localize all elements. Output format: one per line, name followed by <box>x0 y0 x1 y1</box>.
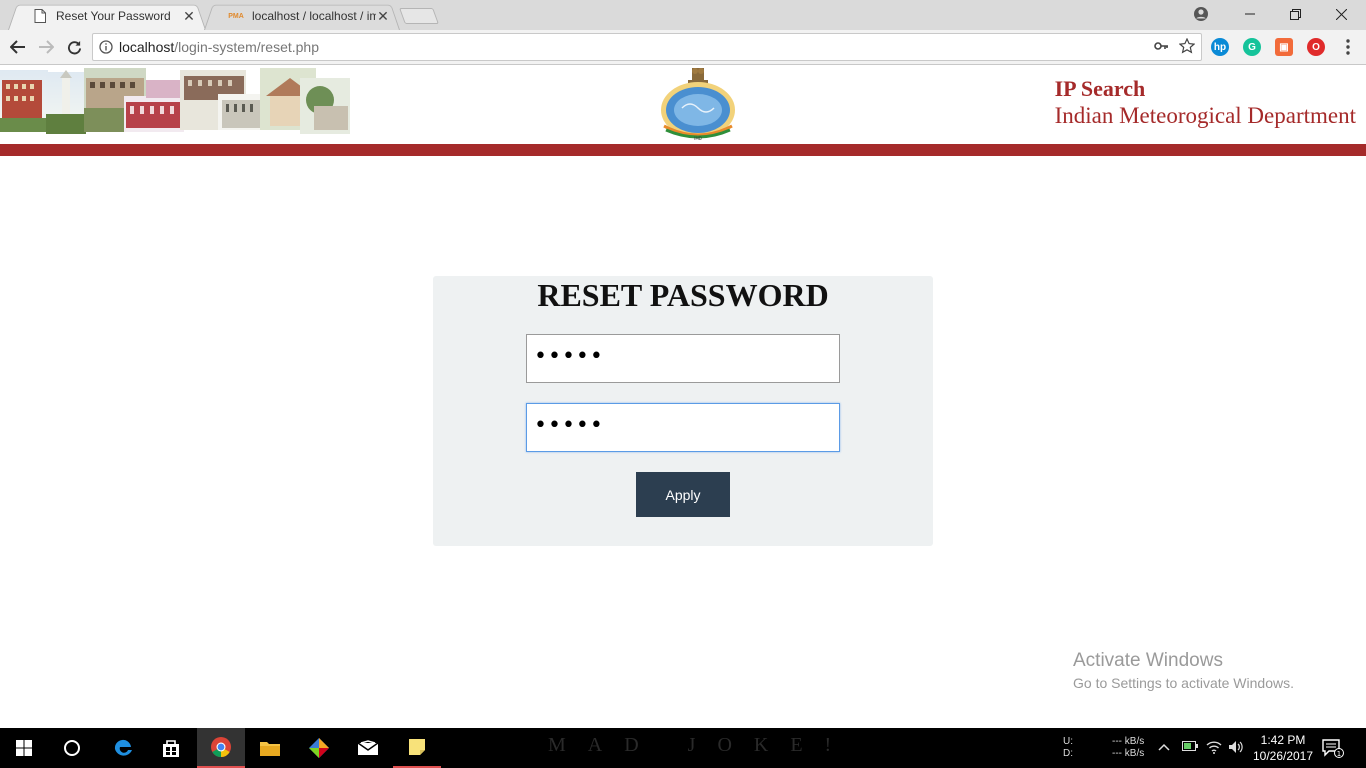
extension-icon[interactable]: ▣ <box>1275 38 1293 56</box>
wifi-icon[interactable] <box>1206 740 1222 757</box>
bookmark-star-icon[interactable] <box>1178 37 1196 57</box>
reload-button[interactable] <box>62 35 86 59</box>
watermark-subtitle: Go to Settings to activate Windows. <box>1073 675 1294 691</box>
windows-taskbar: MAD JOKE! U: D: --- kB/s --- kB/s 1:42 P… <box>0 728 1366 768</box>
key-icon[interactable] <box>1153 38 1169 57</box>
edge-browser-icon[interactable] <box>99 728 147 768</box>
new-password-field[interactable]: ••••• <box>526 334 840 383</box>
chrome-taskbar-icon[interactable] <box>197 728 245 768</box>
confirm-password-field[interactable]: ••••• <box>526 403 840 452</box>
download-speed: --- kB/s <box>1112 748 1145 759</box>
url-path: /login-system/reset.php <box>174 39 319 55</box>
taskbar-banner-text: MAD JOKE! <box>548 734 854 756</box>
sticky-notes-icon[interactable] <box>393 728 441 768</box>
grammarly-extension-icon[interactable]: G <box>1243 38 1261 56</box>
file-explorer-icon[interactable] <box>246 728 294 768</box>
tab-reset-password[interactable]: Reset Your Password ✕ <box>8 2 206 30</box>
tab-title: localhost / localhost / im <box>252 9 376 23</box>
brand-title: IP Search <box>1054 76 1146 101</box>
watermark-title: Activate Windows <box>1073 650 1223 671</box>
forward-button[interactable] <box>34 35 58 59</box>
network-speed-labels: U: D: <box>1063 736 1073 760</box>
mail-icon[interactable] <box>344 728 392 768</box>
cortana-search-icon[interactable] <box>48 728 96 768</box>
new-tab-button[interactable] <box>399 8 439 24</box>
tab-phpmyadmin[interactable]: PMA localhost / localhost / im ✕ <box>204 2 400 30</box>
back-button[interactable] <box>6 35 30 59</box>
activate-windows-watermark: Activate Windows Go to Settings to activ… <box>1073 650 1294 691</box>
upload-label: U: <box>1063 736 1073 747</box>
url-host: localhost <box>119 39 175 55</box>
upload-speed: --- kB/s <box>1112 736 1145 747</box>
restore-button[interactable] <box>1272 0 1318 28</box>
close-window-button[interactable] <box>1318 0 1364 28</box>
svg-text:IMD: IMD <box>694 136 702 141</box>
clock-time: 1:42 PM <box>1260 733 1306 747</box>
imd-emblem-logo: IMD <box>658 66 738 142</box>
buildings-collage-image <box>0 66 350 136</box>
brand-subtitle: Indian Meteorogical Department <box>1054 103 1356 128</box>
phpmyadmin-icon: PMA <box>228 12 244 20</box>
tab-strip: Reset Your Password ✕ PMA localhost / lo… <box>0 0 1366 30</box>
show-hidden-icons-chevron-icon[interactable] <box>1158 740 1170 754</box>
site-header: IMD IP Search Indian Meteorogical Depart… <box>0 66 1366 144</box>
notification-count: 1 <box>1337 750 1341 758</box>
brand-block: IP Search Indian Meteorogical Department <box>1055 76 1356 130</box>
download-label: D: <box>1063 748 1073 759</box>
close-tab-icon[interactable]: ✕ <box>376 9 390 23</box>
clock-date: 10/26/2017 <box>1252 749 1314 763</box>
minimize-button[interactable] <box>1227 0 1273 28</box>
address-bar[interactable]: localhost/login-system/reset.php <box>92 33 1202 61</box>
tab-title: Reset Your Password <box>56 9 171 23</box>
reset-password-card: RESET PASSWORD ••••• ••••• Apply <box>433 276 933 546</box>
menu-icon[interactable] <box>1336 35 1360 59</box>
info-icon[interactable] <box>93 40 119 54</box>
page-icon <box>32 8 48 24</box>
start-button[interactable] <box>0 728 48 768</box>
battery-icon[interactable] <box>1182 740 1198 755</box>
profile-icon[interactable] <box>1178 0 1224 28</box>
action-center-icon[interactable]: 1 <box>1322 738 1344 763</box>
system-clock[interactable]: 1:42 PM 10/26/2017 <box>1252 732 1314 764</box>
header-divider-bar <box>0 144 1366 156</box>
close-tab-icon[interactable]: ✕ <box>182 9 196 23</box>
apply-button[interactable]: Apply <box>636 472 730 517</box>
git-app-icon[interactable] <box>295 728 343 768</box>
page-title: RESET PASSWORD <box>537 277 829 313</box>
opera-extension-icon[interactable]: O <box>1307 38 1325 56</box>
network-speed-values: --- kB/s --- kB/s <box>1112 736 1144 760</box>
store-icon[interactable] <box>147 728 195 768</box>
volume-icon[interactable] <box>1228 740 1244 757</box>
browser-toolbar: localhost/login-system/reset.php hp G ▣ … <box>0 30 1366 65</box>
hp-extension-icon[interactable]: hp <box>1211 38 1229 56</box>
